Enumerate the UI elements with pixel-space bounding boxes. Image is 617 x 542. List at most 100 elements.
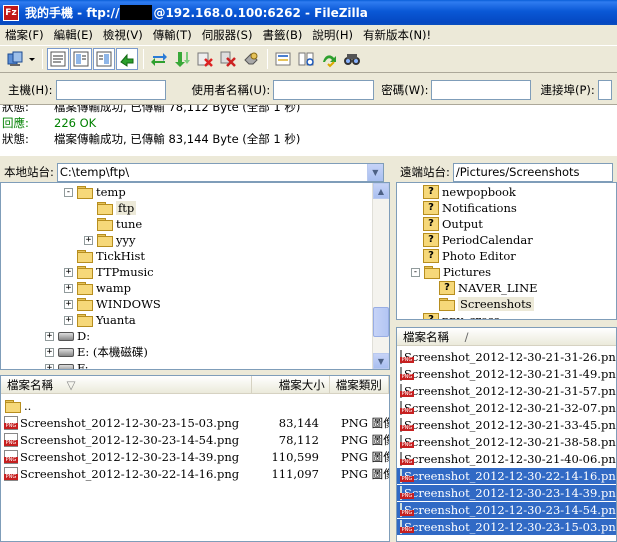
username-input[interactable] (273, 79, 375, 100)
local-tree-scrollbar[interactable]: ▲ ▼ (372, 183, 389, 369)
site-manager-icon[interactable] (4, 48, 26, 70)
unknown-folder-icon: ? (423, 201, 439, 215)
file-row[interactable]: Screenshot_2012-12-30-23-14-54.png (397, 502, 616, 518)
tree-item[interactable]: ftp (84, 200, 137, 216)
file-row[interactable]: Screenshot_2012-12-30-23-15-03.png 83,144… (1, 415, 389, 431)
menu-file[interactable]: 檔案(F) (0, 25, 49, 45)
local-path-combo[interactable]: C:\temp\ftp\ ▼ (56, 162, 384, 182)
filezilla-app-icon[interactable]: Fz (3, 4, 19, 21)
title-bar[interactable]: Fz 我的手機 - ftp:// @192.168.0.100:6262 - F… (0, 0, 617, 25)
menu-edit[interactable]: 編輯(E) (49, 25, 98, 45)
png-file-icon (400, 350, 414, 364)
tree-item[interactable]: tune (84, 216, 142, 232)
expand-toggle-icon[interactable]: + (64, 267, 73, 277)
file-row[interactable]: Screenshot_2012-12-30-21-32-07.png (397, 400, 616, 416)
reconnect-icon[interactable] (240, 48, 262, 70)
tree-item[interactable]: ? newpopbook (423, 184, 516, 200)
cancel-icon[interactable] (194, 48, 216, 70)
tree-item[interactable]: + TTPmusic (64, 264, 154, 280)
col-filetype[interactable]: 檔案類別 (330, 376, 389, 394)
expand-toggle-icon[interactable]: + (45, 331, 54, 341)
file-row[interactable]: Screenshot_2012-12-30-23-14-39.png (397, 485, 616, 501)
expand-toggle-icon[interactable]: - (64, 187, 73, 197)
refresh-icon[interactable] (148, 48, 170, 70)
scroll-up-icon[interactable]: ▲ (373, 183, 389, 199)
remote-file-list[interactable]: 檔案名稱 / Screenshot_2012-12-30-21-31-26.pn… (396, 327, 617, 542)
file-row[interactable]: Screenshot_2012-12-30-21-40-06.png (397, 451, 616, 467)
toggle-log-icon[interactable] (47, 48, 69, 70)
col-filename[interactable]: 檔案名稱 ▽ (1, 376, 252, 394)
expand-toggle-icon[interactable]: + (64, 315, 73, 325)
menu-bookmarks[interactable]: 書籤(B) (257, 25, 307, 45)
tree-item[interactable]: Screenshots (439, 296, 534, 312)
tree-item[interactable]: ? NAVER_LINE (439, 280, 538, 296)
local-file-list[interactable]: 檔案名稱 ▽ 檔案大小 檔案類別 .. Screenshot_2012-12-30… (0, 375, 390, 542)
col-remote-filename[interactable]: 檔案名稱 / (397, 328, 616, 346)
file-row[interactable]: Screenshot_2012-12-30-21-38-58.png (397, 434, 616, 450)
tree-item[interactable]: + D: (45, 328, 90, 344)
tree-item[interactable]: ? ppy_cross (423, 312, 500, 319)
process-queue-icon[interactable] (171, 48, 193, 70)
tree-item[interactable]: + E: (本機磁碟) (45, 344, 148, 360)
password-input[interactable] (431, 79, 532, 100)
remote-path-combo[interactable]: /Pictures/Screenshots (452, 162, 613, 182)
sync-browse-icon[interactable] (318, 48, 340, 70)
file-row[interactable]: Screenshot_2012-12-30-22-14-16.png 111,09… (1, 466, 389, 482)
chevron-down-icon[interactable]: ▼ (366, 163, 383, 181)
expand-toggle-icon[interactable]: - (411, 267, 420, 277)
file-row[interactable]: Screenshot_2012-12-30-23-14-54.png 78,112… (1, 432, 389, 448)
tree-item[interactable]: - Pictures (411, 264, 491, 280)
tree-item[interactable]: ? PeriodCalendar (423, 232, 533, 248)
menu-view[interactable]: 檢視(V) (98, 25, 148, 45)
remote-directory-tree[interactable]: ? newpopbook? Notifications? Output? PeriodC… (396, 182, 617, 320)
search-icon[interactable] (341, 48, 363, 70)
tree-item[interactable]: ? Notifications (423, 200, 517, 216)
expand-toggle-icon[interactable]: + (64, 283, 73, 293)
col-filesize[interactable]: 檔案大小 (252, 376, 330, 394)
menu-transfer[interactable]: 傳輸(T) (148, 25, 197, 45)
tree-item-label: WINDOWS (96, 297, 161, 311)
toggle-queue-icon[interactable] (116, 48, 138, 70)
scroll-thumb[interactable] (373, 307, 389, 337)
tree-item[interactable]: + wamp (64, 280, 131, 296)
host-input[interactable] (55, 79, 166, 100)
file-row[interactable]: Screenshot_2012-12-30-21-33-45.png (397, 417, 616, 433)
file-row[interactable]: Screenshot_2012-12-30-22-14-16.png (397, 468, 616, 484)
expand-toggle-icon[interactable]: + (84, 235, 93, 245)
host-label: 主機(H): (8, 82, 53, 97)
tree-item[interactable]: ? Photo Editor (423, 248, 516, 264)
menu-help[interactable]: 說明(H) (307, 25, 358, 45)
local-directory-tree[interactable]: - temp ftp tune + yyy TickHist + TTPmusic + wamp + W… (0, 182, 390, 370)
toggle-remote-tree-icon[interactable] (93, 48, 115, 70)
scroll-down-icon[interactable]: ▼ (373, 353, 389, 369)
tree-item[interactable]: + Yuanta (64, 312, 136, 328)
dropdown-arrow-icon[interactable] (27, 48, 37, 70)
tree-item[interactable]: TickHist (64, 248, 145, 264)
expand-toggle-icon[interactable]: + (64, 299, 73, 309)
tree-item[interactable]: ? Output (423, 216, 483, 232)
file-row[interactable]: Screenshot_2012-12-30-23-15-03.png (397, 519, 616, 535)
disconnect-icon[interactable] (217, 48, 239, 70)
tree-item[interactable]: + yyy (84, 232, 136, 248)
file-row[interactable]: Screenshot_2012-12-30-21-31-26.png (397, 349, 616, 365)
file-row[interactable]: Screenshot_2012-12-30-21-31-49.png (397, 366, 616, 382)
png-file-icon (400, 435, 414, 449)
port-input[interactable] (597, 79, 612, 100)
filter-icon[interactable] (272, 48, 294, 70)
file-name: Screenshot_2012-12-30-22-14-16.png (404, 469, 617, 483)
toggle-local-tree-icon[interactable] (70, 48, 92, 70)
tree-item[interactable]: - temp (64, 184, 126, 200)
tree-item[interactable]: + WINDOWS (64, 296, 161, 312)
menu-new-version[interactable]: 有新版本(N)! (358, 25, 436, 45)
menu-server[interactable]: 伺服器(S) (197, 25, 258, 45)
file-name: Screenshot_2012-12-30-21-31-26.png (404, 350, 617, 364)
expand-toggle-icon[interactable]: + (45, 347, 54, 357)
tree-item[interactable]: + F: (45, 360, 88, 369)
file-row[interactable]: .. (1, 398, 389, 414)
file-row[interactable]: Screenshot_2012-12-30-21-31-57.png (397, 383, 616, 399)
folder-icon (439, 298, 455, 311)
message-log[interactable]: 狀態: 檔案傳輸成功, 已傳輸 78,112 Byte (全部 1 秒) 回應:… (0, 104, 617, 156)
file-row[interactable]: Screenshot_2012-12-30-23-14-39.png 110,59… (1, 449, 389, 465)
expand-toggle-icon[interactable]: + (45, 363, 54, 369)
compare-icon[interactable] (295, 48, 317, 70)
